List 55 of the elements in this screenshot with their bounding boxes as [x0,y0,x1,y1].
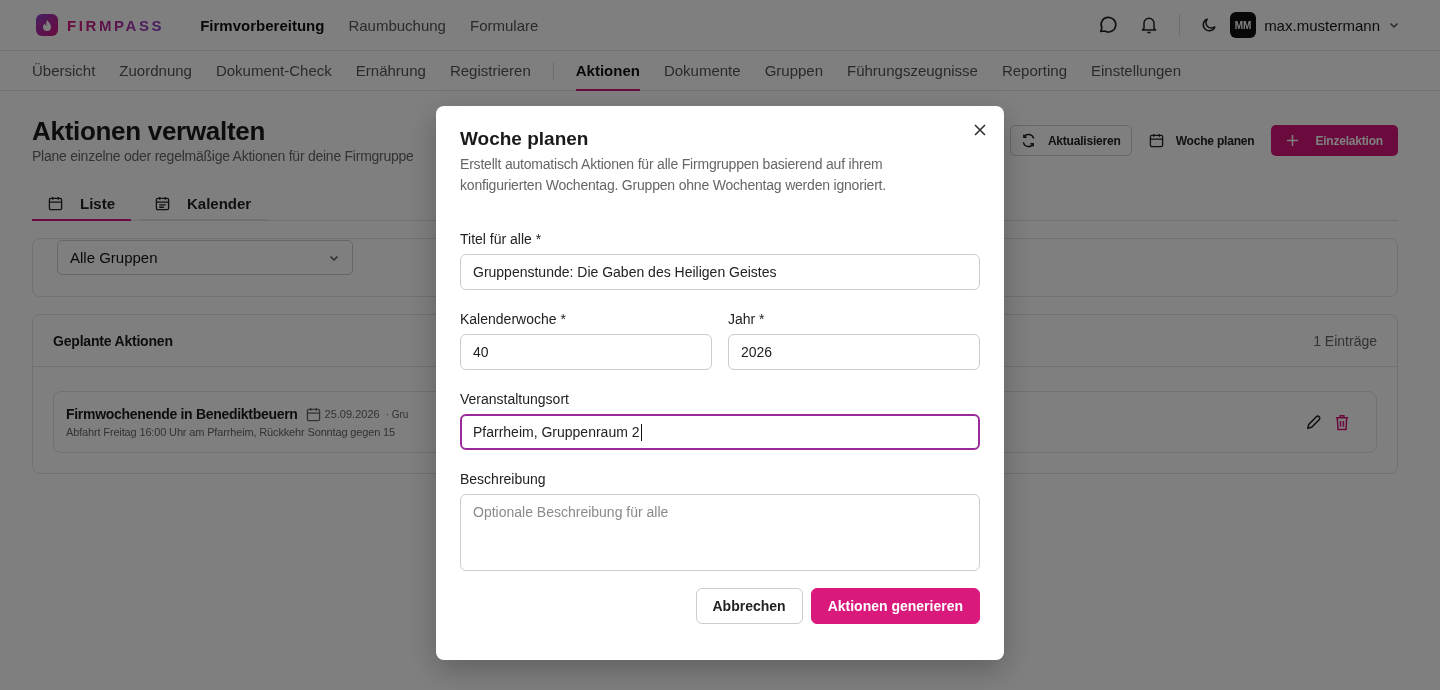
field-label: Beschreibung [460,470,547,488]
calendar-list-icon [155,196,170,211]
input-field[interactable]: 2026 [728,334,980,370]
pencil-icon[interactable] [1305,413,1322,431]
subnav-tab[interactable]: Reporting [1001,51,1067,91]
nav-link[interactable]: Raumbuchung [348,16,446,34]
field-label: Jahr * [728,310,766,328]
calendar-icon [1148,133,1164,148]
subnav-tab[interactable]: Gruppen [764,51,823,91]
action-meta: · Gru [385,408,409,420]
view-tab[interactable]: Kalender [139,188,268,221]
user-name[interactable]: max.mustermann [1264,16,1380,34]
subnav-tab[interactable]: Ernährung [355,51,426,91]
generate-button[interactable]: Aktionen generieren [810,588,980,624]
action-title: Firmwochenende in Benediktbeuern [66,406,298,422]
input-field[interactable]: Pfarrheim, Gruppenraum 2 [460,414,980,450]
field-label: Kalenderwoche * [460,310,567,328]
subnav-tab[interactable]: Dokument-Check [215,51,332,91]
subnav-tab[interactable]: Zuordnung [119,51,192,91]
entry-count: 1 Einträge [1313,332,1377,349]
subnav-tab[interactable]: Dokumente [663,51,741,91]
toolbar-button[interactable]: Aktualisieren [1009,125,1132,156]
calendar-icon [48,196,63,211]
input-field[interactable]: Gruppenstunde: Die Gaben des Heiligen Geistes [460,254,980,290]
logo-icon[interactable] [36,14,58,36]
plus-icon [1286,134,1300,147]
action-description: Abfahrt Freitag 16:00 Uhr am Pfarrheim, Rückkehr Sonntag gegen 15 [66,426,396,438]
chat-icon[interactable] [1097,14,1120,36]
subnav-tab[interactable]: Aktionen [575,51,640,91]
group-select[interactable]: Alle Gruppen [57,240,353,275]
calendar-icon [305,406,321,422]
description-field[interactable]: Optionale Beschreibung für alle [460,494,980,571]
view-tab[interactable]: Liste [32,188,131,221]
refresh-icon [1020,133,1036,148]
subnav-tab[interactable]: Übersicht [32,51,96,91]
close-icon[interactable] [974,124,986,136]
create-button[interactable]: Einzelaktion [1271,125,1398,156]
cancel-button[interactable]: Abbrechen [695,588,803,624]
field-label: Veranstaltungsort [460,390,570,408]
page-title: Aktionen verwalten [32,115,266,147]
dialog-title: Woche planen [460,127,590,151]
input-field[interactable]: 40 [460,334,712,370]
page-subtitle: Plane einzelne oder regelmäßige Aktionen für deine Firmgruppe [32,148,414,164]
nav-link[interactable]: Formulare [469,16,539,34]
subnav-tab[interactable]: Einstellungen [1091,51,1182,91]
field-label: Titel für alle * [460,230,543,248]
list-title: Geplante Aktionen [53,332,173,349]
subnav-tab[interactable]: Registrieren [449,51,531,91]
user-avatar[interactable]: MM [1230,12,1257,38]
nav-link[interactable]: Firmvorbereitung [200,16,325,34]
dialog-description: Erstellt automatisch Aktionen für alle Firmgruppen basierend auf ihrem konfigurierten Wochentag. Gruppen ohne Wochentag werden ignoriert. [460,155,887,195]
subnav-tab[interactable]: Führungszeugnisse [847,51,978,91]
trash-icon[interactable] [1334,413,1350,431]
action-date: 25.09.2026 [324,408,380,420]
toolbar-button[interactable]: Woche planen [1141,125,1262,156]
